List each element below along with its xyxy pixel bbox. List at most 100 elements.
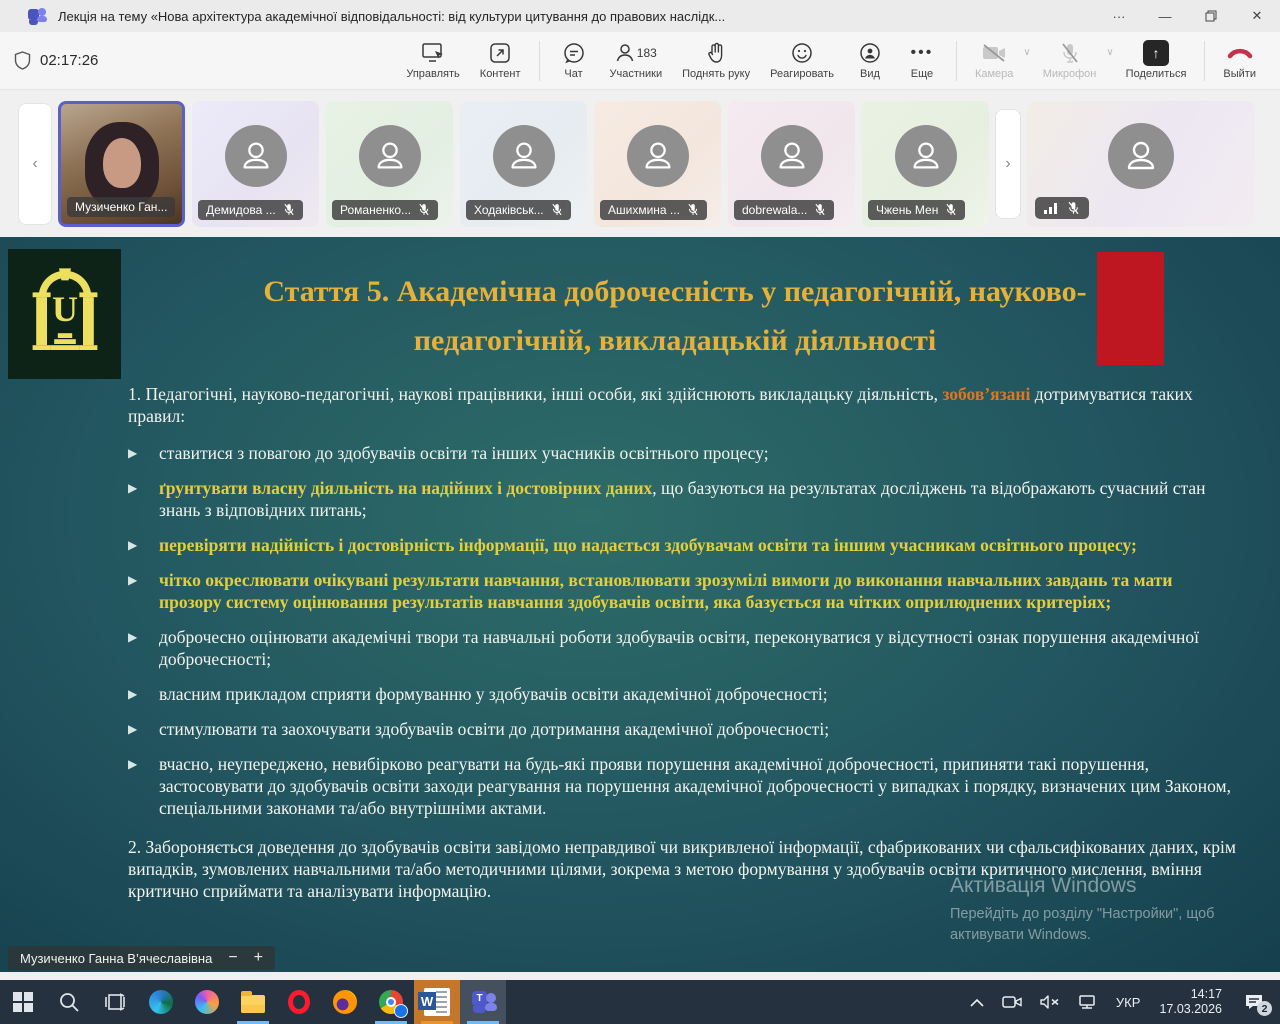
- strip-scroll-left-button[interactable]: ‹: [18, 103, 52, 225]
- participant-tile[interactable]: Романенко...: [326, 101, 453, 227]
- action-center-button[interactable]: 2: [1234, 980, 1274, 1024]
- participant-name-pill: dobrewala...: [734, 200, 834, 220]
- bullet-text: вчасно, неупереджено, невибірково реагув…: [159, 753, 1236, 819]
- window-close-button[interactable]: ✕: [1234, 0, 1280, 32]
- strip-scroll-right-button[interactable]: ›: [995, 109, 1021, 219]
- slide-bullet-item: ▶ власним прикладом сприяти формуванню у…: [128, 683, 1236, 705]
- logo-letter: U: [52, 289, 78, 329]
- signal-bars-icon: [1044, 202, 1058, 214]
- word-icon: W: [424, 988, 450, 1016]
- window-title: Лекція на тему «Нова архітектура академі…: [58, 9, 725, 24]
- share-icon: ↑: [1143, 40, 1169, 66]
- meeting-timer: 02:17:26: [40, 52, 98, 69]
- participant-name: Романенко...: [340, 203, 411, 217]
- tray-clock[interactable]: 14:17 17.03.2026: [1151, 987, 1230, 1017]
- toolbar-divider: [956, 41, 957, 81]
- self-video-tile[interactable]: [1027, 101, 1255, 227]
- search-icon: [58, 991, 80, 1013]
- leave-button[interactable]: Выйти: [1213, 37, 1266, 84]
- slide-paragraph-1: 1. Педагогічні, науково-педагогічні, нау…: [128, 383, 1236, 427]
- participant-tiles: Музиченко Ган... Демидова ... Романенко.…: [58, 101, 989, 227]
- bullet-marker-icon: ▶: [128, 442, 139, 464]
- mic-off-icon: [418, 203, 430, 216]
- taskbar-opera-button[interactable]: [276, 980, 322, 1024]
- participant-name-pill: Романенко...: [332, 200, 438, 220]
- mic-off-icon: [687, 203, 699, 216]
- chevron-left-icon: ‹: [32, 155, 37, 173]
- participant-tile[interactable]: Демидова ...: [192, 101, 319, 227]
- teams-meeting-window: Лекція на тему «Нова архітектура академі…: [0, 0, 1280, 1024]
- windows-taskbar: W T УКР 14:17 17.03.2026 2: [0, 980, 1280, 1024]
- participant-name-pill: Ашихмина ...: [600, 200, 707, 220]
- tray-date: 17.03.2026: [1159, 1002, 1222, 1017]
- mic-off-icon: [283, 203, 295, 216]
- manage-button[interactable]: Управлять: [396, 37, 469, 84]
- participant-tile[interactable]: Чжень Мен: [862, 101, 989, 227]
- participant-tile[interactable]: Музиченко Ган...: [58, 101, 185, 227]
- content-button[interactable]: Контент: [470, 37, 531, 84]
- participants-icon: 183: [615, 41, 657, 65]
- avatar: [627, 125, 689, 187]
- presenter-overlay: Музиченко Ганна В’ячеславівна − +: [8, 946, 275, 970]
- view-button[interactable]: Вид: [844, 37, 896, 84]
- window-minimize-button[interactable]: —: [1142, 0, 1188, 32]
- chrome-profile-badge: [394, 1004, 408, 1018]
- camera-button[interactable]: Камера: [965, 37, 1023, 84]
- chat-button[interactable]: Чат: [548, 37, 600, 84]
- mic-off-icon: [814, 203, 826, 216]
- tray-meet-now-button[interactable]: [995, 980, 1029, 1024]
- slide-bullet-item: ▶ стимулювати та заохочувати здобувачів …: [128, 718, 1236, 740]
- search-button[interactable]: [46, 980, 92, 1024]
- share-content-icon: [489, 41, 511, 65]
- mic-dropdown-chevron-icon[interactable]: ∨: [1106, 47, 1113, 58]
- react-button[interactable]: Реагировать: [760, 37, 844, 84]
- bullet-marker-icon: ▶: [128, 683, 139, 705]
- taskbar-explorer-button[interactable]: [230, 980, 276, 1024]
- share-button[interactable]: ↑ Поделиться: [1116, 37, 1197, 84]
- zoom-out-button[interactable]: −: [228, 950, 237, 966]
- tray-show-hidden-button[interactable]: [963, 980, 991, 1024]
- notification-badge: 2: [1257, 1001, 1272, 1016]
- shared-presentation-slide: U Стаття 5. Академічна доброчесність у п…: [0, 237, 1280, 972]
- window-more-button[interactable]: ···: [1096, 0, 1142, 32]
- taskbar-chrome-button[interactable]: [368, 980, 414, 1024]
- bullet-marker-icon: ▶: [128, 718, 139, 740]
- avatar: [1108, 123, 1174, 189]
- window-restore-button[interactable]: [1188, 0, 1234, 32]
- tray-network-button[interactable]: [1071, 980, 1105, 1024]
- raise-hand-button[interactable]: Поднять руку: [672, 37, 760, 84]
- slide-bullet-item: ▶ вчасно, неупереджено, невибірково реаг…: [128, 753, 1236, 819]
- avatar: [225, 125, 287, 187]
- tray-volume-button[interactable]: [1033, 980, 1067, 1024]
- taskbar-firefox-button[interactable]: [322, 980, 368, 1024]
- participant-tile[interactable]: Ашихмина ...: [594, 101, 721, 227]
- copilot-icon: [195, 990, 219, 1014]
- zoom-in-button[interactable]: +: [254, 950, 263, 966]
- university-logo: U: [8, 249, 121, 379]
- camera-dropdown-chevron-icon[interactable]: ∨: [1023, 47, 1030, 58]
- taskbar-copilot-button[interactable]: [184, 980, 230, 1024]
- mic-button[interactable]: Микрофон: [1033, 37, 1107, 84]
- participant-tile[interactable]: dobrewala...: [728, 101, 855, 227]
- self-status-pill: [1035, 197, 1089, 219]
- more-button[interactable]: ••• Еще: [896, 37, 948, 84]
- raise-hand-icon: [706, 41, 726, 65]
- taskbar-teams-button[interactable]: T: [460, 980, 506, 1024]
- windows-activation-watermark: Активація Windows Перейдіть до розділу "…: [950, 874, 1214, 946]
- taskbar-edge-button[interactable]: [138, 980, 184, 1024]
- toolbar-divider: [539, 41, 540, 81]
- participants-button[interactable]: 183 Участники: [600, 37, 673, 84]
- slide-bullet-item: ▶ ґрунтувати власну діяльність на надійн…: [128, 477, 1236, 521]
- bullet-marker-icon: ▶: [128, 626, 139, 670]
- participant-name-pill: Демидова ...: [198, 200, 303, 220]
- taskbar-word-button[interactable]: W: [414, 980, 460, 1024]
- slide-bullet-item: ▶ доброчесно оцінювати академічні твори …: [128, 626, 1236, 670]
- presenter-name: Музиченко Ганна В’ячеславівна: [20, 951, 212, 966]
- participant-tile[interactable]: Ходаківськ...: [460, 101, 587, 227]
- task-view-button[interactable]: [92, 980, 138, 1024]
- file-explorer-icon: [241, 995, 265, 1013]
- start-button[interactable]: [0, 980, 46, 1024]
- toolbar-divider: [1204, 41, 1205, 81]
- participant-name-pill: Чжень Мен: [868, 200, 965, 220]
- tray-language-indicator[interactable]: УКР: [1109, 980, 1148, 1024]
